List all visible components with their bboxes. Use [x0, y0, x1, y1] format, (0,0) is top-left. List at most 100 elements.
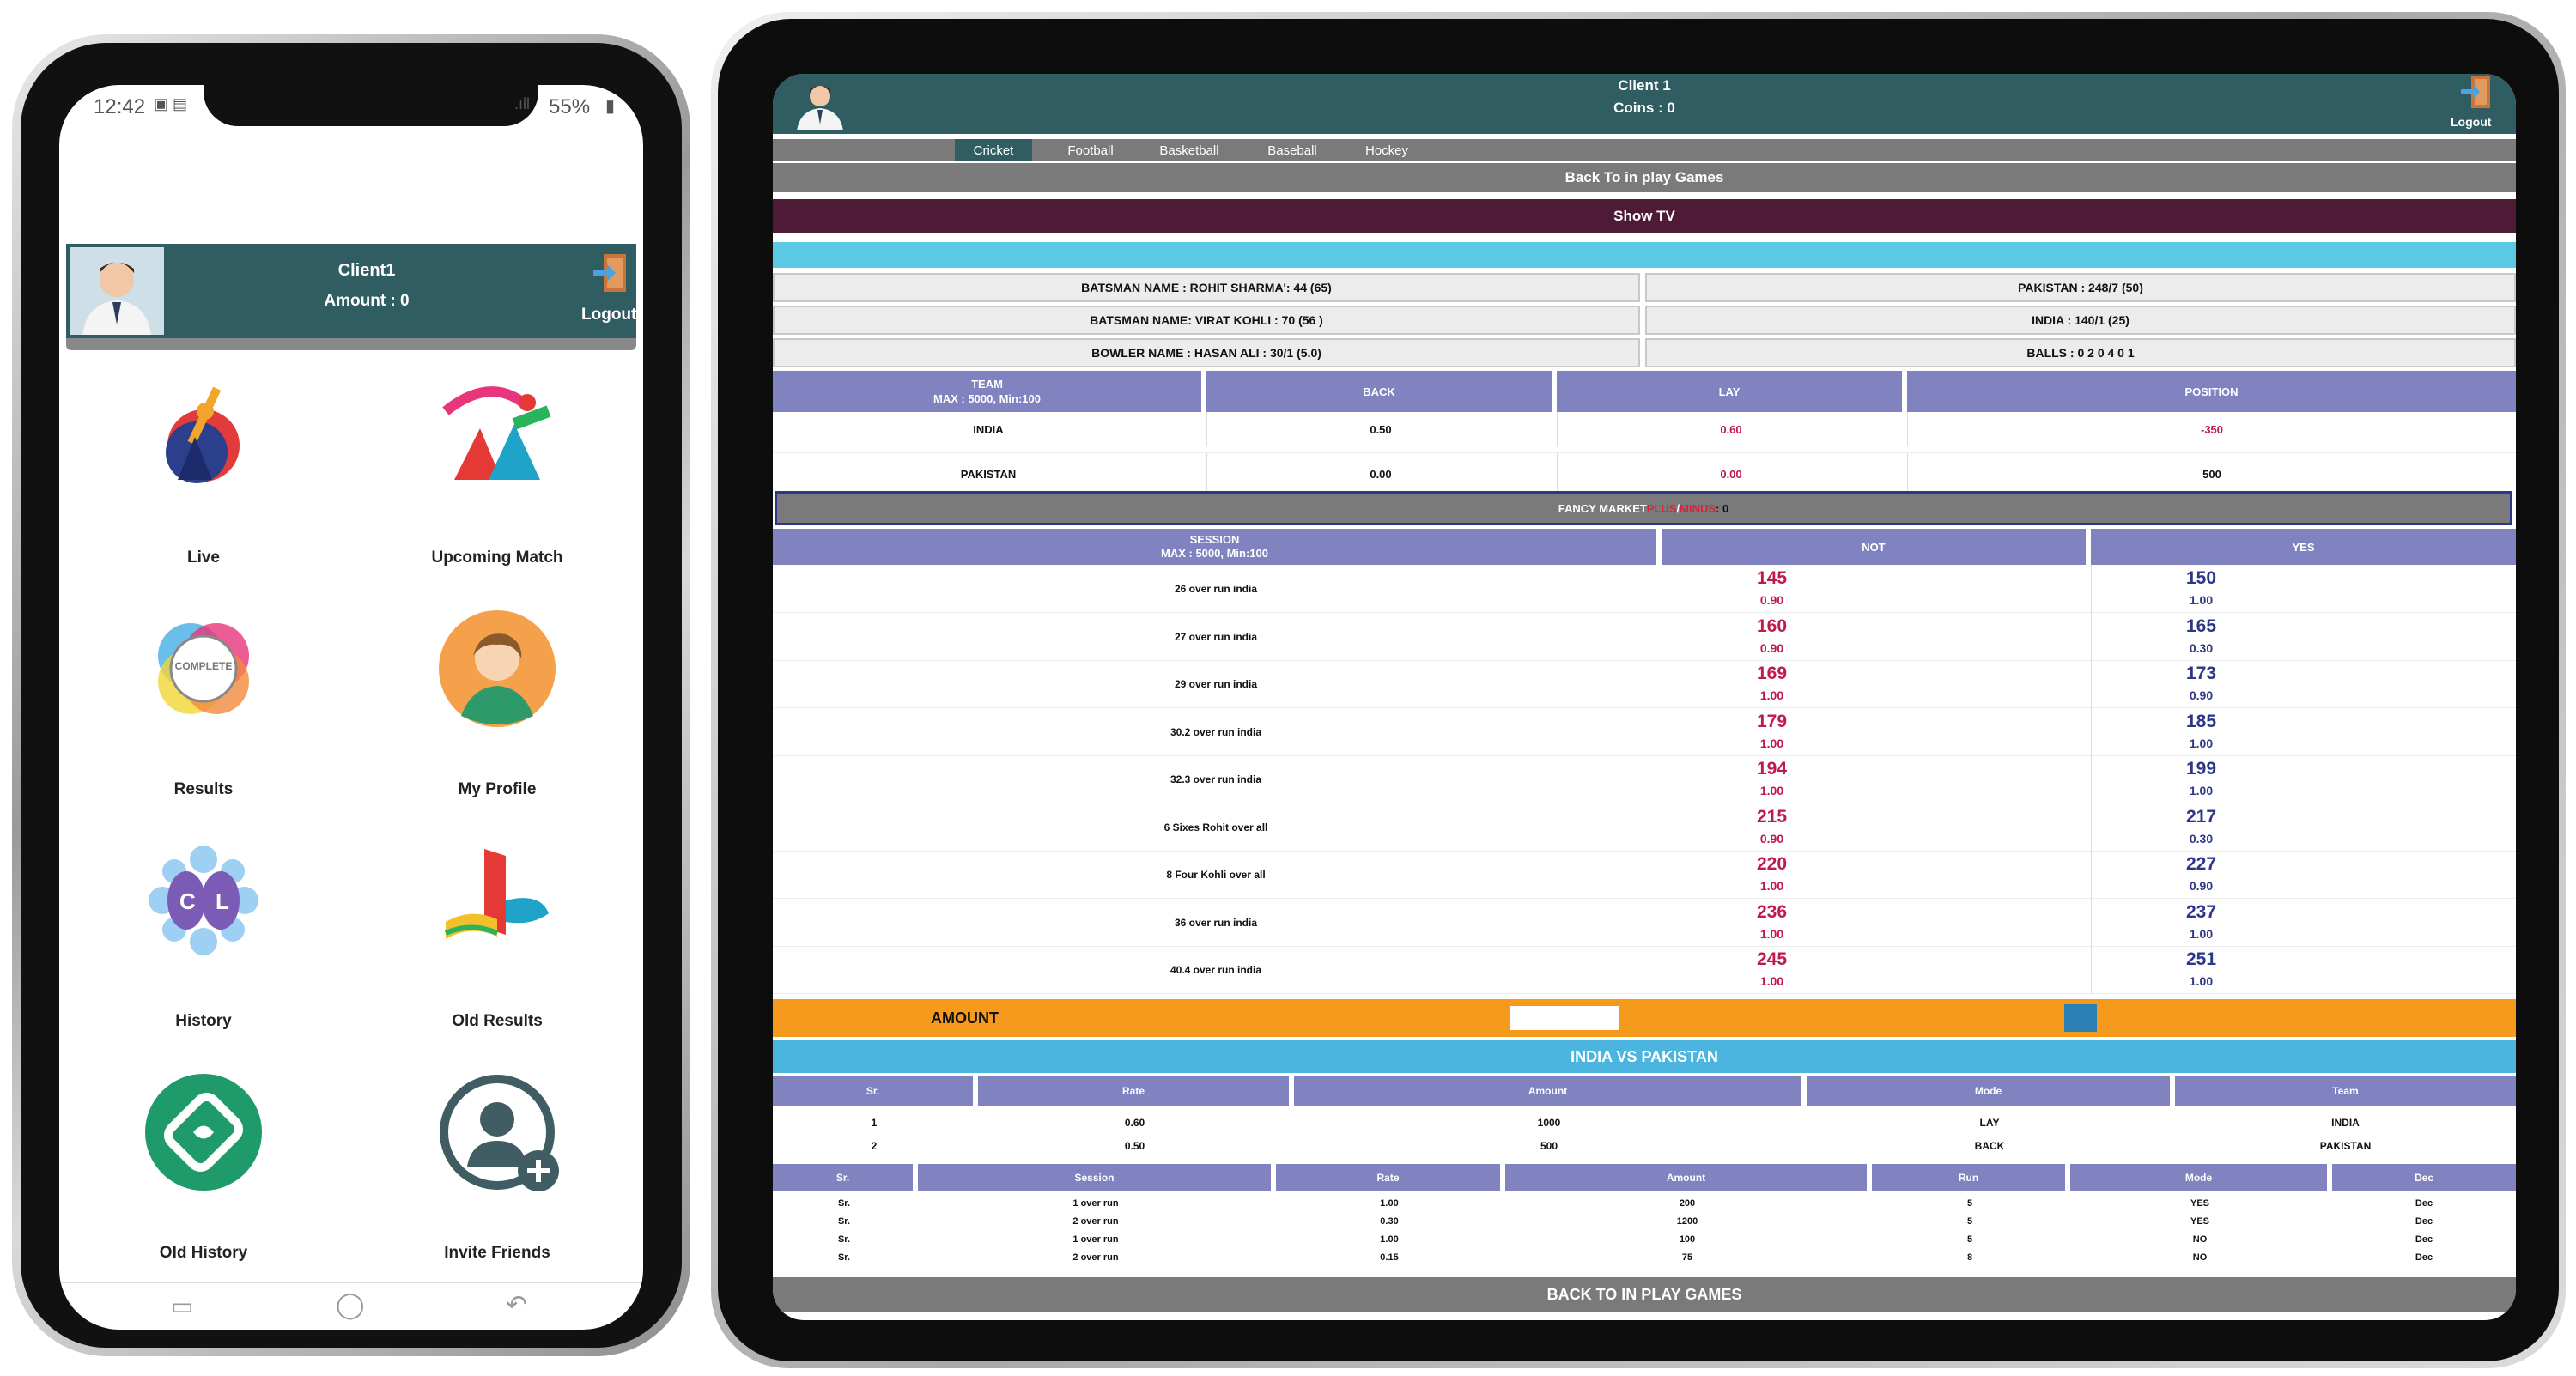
- session-bets-cell: 200: [1679, 1198, 1696, 1209]
- bets-cell: 500: [1540, 1140, 1558, 1152]
- phone-nav-bar: ▭ ◯ ↶: [59, 1282, 643, 1330]
- profile-avatar-icon: [439, 610, 556, 727]
- session-bets-header: Dec: [2332, 1164, 2516, 1191]
- not-cell[interactable]: 160 0.90: [1662, 613, 2088, 661]
- not-run: 236: [1756, 902, 1788, 922]
- bets-cell: 2: [871, 1140, 878, 1152]
- batsman-1-info: BATSMAN NAME : ROHIT SHARMA': 44 (65): [773, 273, 1640, 302]
- fancy-market-bar: FANCY MARKET PLUS / MINUS : 0: [775, 491, 2512, 525]
- not-cell[interactable]: 169 1.00: [1662, 660, 2088, 708]
- tab-football[interactable]: Football: [1048, 139, 1133, 161]
- invite-friends-icon: [440, 1075, 559, 1191]
- fancy-label: FANCY MARKET: [1558, 501, 1647, 515]
- show-tv-button[interactable]: Show TV: [773, 199, 2516, 233]
- team-header-limit: MAX : 5000, Min:100: [933, 392, 1041, 405]
- session-header-title: SESSION: [1189, 533, 1240, 546]
- not-run: 215: [1756, 807, 1788, 827]
- session-bets-header: Session: [918, 1164, 1273, 1191]
- tab-baseball[interactable]: Baseball: [1249, 139, 1335, 161]
- back-odds[interactable]: 0.00: [1206, 453, 1554, 494]
- session-bets-cell: 5: [1966, 1216, 1973, 1227]
- session-bets-table: Sr. Session Rate Amount Run Mode Dec Sr. 1 over …: [773, 1164, 2516, 1272]
- lay-header: LAY: [1557, 371, 1905, 412]
- menu-item-old-history[interactable]: Old History: [75, 1072, 332, 1278]
- session-bets-cell: Dec: [2415, 1216, 2433, 1227]
- yes-cell[interactable]: 251 1.00: [2091, 946, 2516, 994]
- back-odds[interactable]: 0.50: [1206, 412, 1554, 446]
- yes-cell[interactable]: 150 1.00: [2091, 565, 2516, 613]
- home-icon[interactable]: ◯: [336, 1290, 365, 1320]
- session-bets-header: Sr.: [773, 1164, 915, 1191]
- menu-item-history[interactable]: CL History: [75, 840, 332, 1046]
- session-bets-cell: 5: [1966, 1198, 1973, 1209]
- tablet-user-avatar: [790, 77, 850, 130]
- menu-label: Results: [173, 780, 234, 798]
- pakistan-score: PAKISTAN : 248/7 (50): [1645, 273, 2516, 302]
- not-cell[interactable]: 220 1.00: [1662, 851, 2088, 899]
- tab-hockey[interactable]: Hockey: [1348, 139, 1425, 161]
- session-name: 40.4 over run india: [1170, 964, 1262, 976]
- menu-item-live[interactable]: Live: [75, 377, 332, 583]
- not-cell[interactable]: 145 0.90: [1662, 565, 2088, 613]
- session-table-header: SESSION MAX : 5000, Min:100 NOT YES: [773, 529, 2516, 565]
- session-bets-header: Amount: [1505, 1164, 1869, 1191]
- amount-input[interactable]: [1510, 1006, 1619, 1030]
- phone-logout-button[interactable]: Logout: [581, 252, 636, 335]
- fancy-minus: MINUS: [1680, 501, 1716, 515]
- not-cell[interactable]: 179 1.00: [1662, 708, 2088, 756]
- menu-item-old-results[interactable]: Old Results: [368, 840, 626, 1046]
- lay-odds[interactable]: 0.00: [1557, 453, 1905, 494]
- yes-cell[interactable]: 173 0.90: [2091, 660, 2516, 708]
- session-row: 29 over run india 169 1.00 173 0.90: [773, 660, 2516, 708]
- session-header-limit: MAX : 5000, Min:100: [1161, 547, 1268, 560]
- menu-item-invite-friends[interactable]: Invite Friends: [368, 1072, 626, 1278]
- session-bets-cell: 1200: [1676, 1216, 1698, 1227]
- session-header: SESSION MAX : 5000, Min:100: [773, 529, 1659, 565]
- status-icons: ▣ ▤: [154, 95, 188, 112]
- session-row: 32.3 over run india 194 1.00 199 1.00: [773, 755, 2516, 803]
- team-header: TEAM MAX : 5000, Min:100: [773, 371, 1204, 412]
- yes-cell[interactable]: 237 1.00: [2091, 899, 2516, 947]
- session-name: 27 over run india: [1174, 631, 1258, 643]
- not-cell[interactable]: 215 0.90: [1662, 803, 2088, 852]
- yes-cell[interactable]: 199 1.00: [2091, 755, 2516, 803]
- not-cell[interactable]: 236 1.00: [1662, 899, 2088, 947]
- session-bets-cell: 5: [1966, 1234, 1973, 1245]
- not-cell[interactable]: 245 1.00: [1662, 946, 2088, 994]
- back-to-in-play-button[interactable]: Back To in play Games: [773, 163, 2516, 192]
- yes-cell[interactable]: 185 1.00: [2091, 708, 2516, 756]
- recent-apps-icon[interactable]: ▭: [171, 1292, 193, 1320]
- india-score: INDIA : 140/1 (25): [1645, 306, 2516, 335]
- yes-rate: 1.00: [2189, 784, 2214, 797]
- lay-odds[interactable]: 0.60: [1557, 412, 1905, 446]
- back-arrow-icon[interactable]: ↶: [506, 1290, 527, 1320]
- yes-rate: 0.30: [2189, 832, 2214, 846]
- session-bets-cell: 100: [1679, 1234, 1696, 1245]
- yes-cell[interactable]: 217 0.30: [2091, 803, 2516, 852]
- session-bets-cell: 8: [1966, 1252, 1973, 1263]
- menu-item-results[interactable]: COMPLETE Results: [75, 609, 332, 815]
- tab-cricket[interactable]: Cricket: [955, 139, 1032, 161]
- phone-notch: [204, 85, 538, 126]
- battery-icon: ▮: [605, 97, 616, 116]
- session-bets-cell: 2 over run: [1072, 1252, 1119, 1263]
- submit-bet-button[interactable]: [2064, 1004, 2097, 1032]
- menu-item-my-profile[interactable]: My Profile: [368, 609, 626, 815]
- not-cell[interactable]: 194 1.00: [1662, 755, 2088, 803]
- tablet-logout-button[interactable]: Logout: [2447, 74, 2507, 134]
- back-to-in-play-bottom-button[interactable]: BACK TO IN PLAY GAMES: [773, 1277, 2516, 1312]
- not-run: 220: [1756, 854, 1788, 874]
- not-rate: 1.00: [1759, 974, 1784, 988]
- tab-basketball[interactable]: Basketball: [1142, 139, 1236, 161]
- not-run: 169: [1756, 664, 1788, 683]
- yes-cell[interactable]: 227 0.90: [2091, 851, 2516, 899]
- not-rate: 0.90: [1759, 832, 1784, 846]
- menu-label: My Profile: [458, 780, 537, 798]
- yes-rate: 1.00: [2189, 974, 2214, 988]
- session-row: 27 over run india 160 0.90 165 0.30: [773, 613, 2516, 661]
- team-name: PAKISTAN: [960, 467, 1017, 481]
- yes-cell[interactable]: 165 0.30: [2091, 613, 2516, 661]
- menu-label: Old History: [159, 1244, 248, 1262]
- team-name: INDIA: [973, 422, 1004, 436]
- menu-item-upcoming-match[interactable]: Upcoming Match: [368, 377, 626, 583]
